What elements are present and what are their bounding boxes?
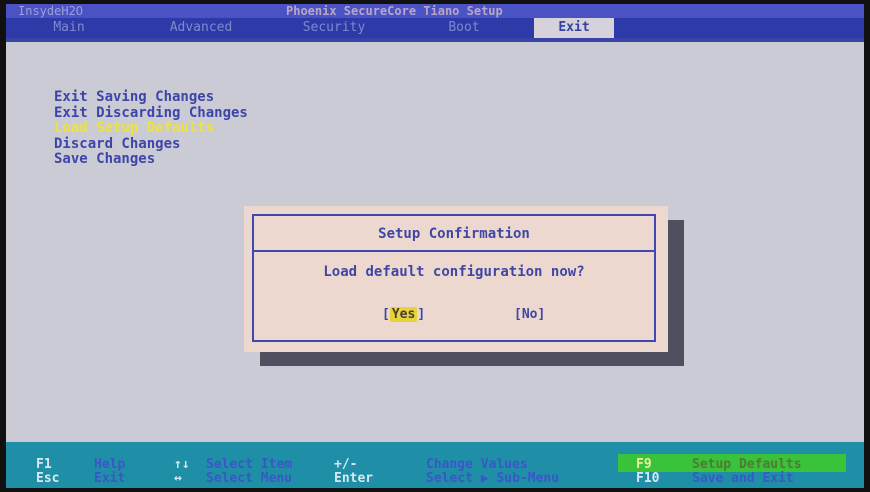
- yes-button[interactable]: [Yes]: [382, 306, 425, 324]
- setup-title: Phoenix SecureCore Tiano Setup: [286, 4, 503, 18]
- tab-advanced[interactable]: Advanced: [146, 18, 256, 38]
- no-button[interactable]: [No]: [514, 306, 545, 324]
- desc-exit: Exit: [94, 471, 126, 486]
- dialog-divider: [254, 250, 654, 252]
- tab-boot[interactable]: Boot: [424, 18, 504, 38]
- menu-item-exit-discarding[interactable]: Exit Discarding Changes: [54, 105, 248, 122]
- menu-item-discard-changes[interactable]: Discard Changes: [54, 136, 248, 153]
- title-bar: InsydeH2O Phoenix SecureCore Tiano Setup: [6, 4, 864, 18]
- desc-save-and-exit: Save and Exit: [692, 471, 794, 486]
- dialog-title: Setup Confirmation: [378, 226, 530, 242]
- help-footer: F1 Help ↑↓ Select Item +/- Change Values…: [6, 442, 864, 488]
- tab-security[interactable]: Security: [284, 18, 384, 38]
- bios-screen: InsydeH2O Phoenix SecureCore Tiano Setup…: [6, 4, 864, 488]
- exit-menu: Exit Saving Changes Exit Discarding Chan…: [54, 89, 248, 168]
- key-esc: Esc: [36, 471, 60, 486]
- menu-item-exit-saving[interactable]: Exit Saving Changes: [54, 89, 248, 106]
- key-left-right: ↔: [174, 471, 182, 486]
- menu-item-save-changes[interactable]: Save Changes: [54, 151, 248, 168]
- firmware-version: InsydeH2O: [18, 4, 84, 18]
- yes-label: Yes: [389, 307, 418, 322]
- menu-item-load-defaults[interactable]: Load Setup Defaults: [54, 120, 248, 137]
- confirmation-dialog: Setup Confirmation Load default configur…: [244, 206, 668, 352]
- desc-select-menu: Select Menu: [206, 471, 293, 486]
- desc-select-submenu: Select ▶ Sub-Menu: [426, 471, 560, 486]
- tab-main[interactable]: Main: [34, 18, 104, 38]
- tab-exit[interactable]: Exit: [534, 18, 614, 38]
- tab-bar: Main Advanced Security Boot Exit: [6, 18, 864, 38]
- dialog-frame: Setup Confirmation Load default configur…: [252, 214, 656, 342]
- key-f10: F10: [636, 471, 660, 486]
- key-enter: Enter: [334, 471, 374, 486]
- footer-row-2: Esc Exit ↔ Select Menu Enter Select ▶ Su…: [6, 470, 864, 488]
- dialog-message: Load default configuration now?: [323, 264, 585, 280]
